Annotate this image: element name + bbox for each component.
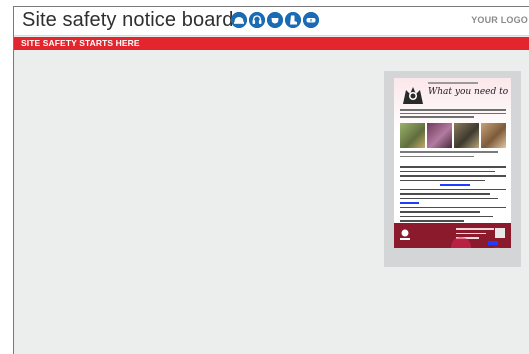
poster-photo-captions xyxy=(400,151,506,160)
page-title: Site safety notice board xyxy=(22,9,234,31)
poster-intro-text xyxy=(400,109,506,120)
poster-photo xyxy=(400,123,425,148)
hard-hat-icon xyxy=(231,12,247,28)
ear-protection-icon xyxy=(249,12,265,28)
footer-qr-icon xyxy=(495,228,505,238)
poster-heading: What you need to know xyxy=(428,87,511,97)
safety-banner: SITE SAFETY STARTS HERE xyxy=(14,37,529,50)
poster-photo xyxy=(454,123,479,148)
poster-photo xyxy=(481,123,506,148)
redaction-marker xyxy=(488,241,498,245)
poster-thumbnail[interactable]: What you need to know xyxy=(384,71,521,267)
crest-icon xyxy=(403,87,423,104)
ppe-icon-row xyxy=(231,12,319,28)
hse-badge-icon xyxy=(399,228,411,242)
notice-board-frame: Site safety notice board YOUR LOGO SITE … xyxy=(13,6,529,354)
safety-boots-icon xyxy=(285,12,301,28)
banner-text: SITE SAFETY STARTS HERE xyxy=(21,38,140,48)
safety-mask-icon xyxy=(267,12,283,28)
poster-what-you-need-to-know[interactable]: What you need to know xyxy=(394,78,511,248)
company-logo: YOUR LOGO xyxy=(471,15,528,25)
header-bar: Site safety notice board YOUR LOGO xyxy=(14,7,529,36)
poster-subheading xyxy=(428,82,478,84)
board-area: What you need to know xyxy=(14,50,529,354)
poster-photo xyxy=(427,123,452,148)
poster-body-text xyxy=(400,166,506,225)
redaction-marker xyxy=(495,247,499,248)
safety-goggles-icon xyxy=(303,12,319,28)
poster-photo-row xyxy=(400,123,506,148)
